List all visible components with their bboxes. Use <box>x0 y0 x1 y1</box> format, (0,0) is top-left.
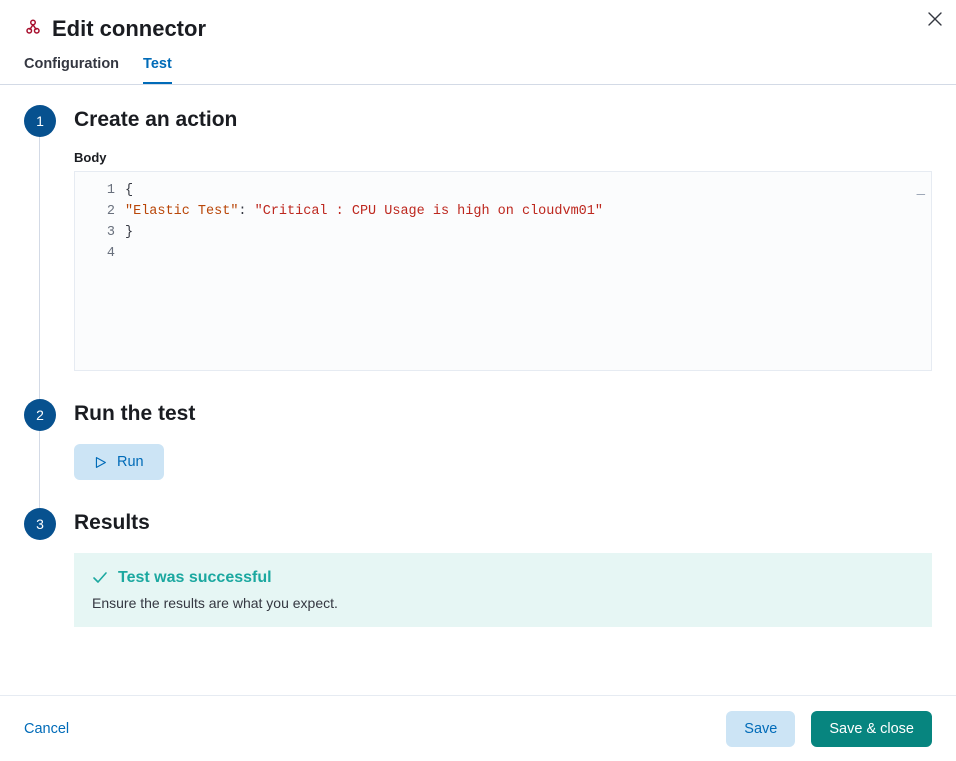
code-brace: { <box>125 183 133 198</box>
modal-header: Edit connector <box>0 0 956 42</box>
code-text[interactable]: { "Elastic Test": "Critical : CPU Usage … <box>125 172 603 370</box>
tabs: Configuration Test <box>0 42 956 85</box>
close-button[interactable] <box>928 12 942 31</box>
code-brace: } <box>125 225 133 240</box>
gutter-line: 2 <box>75 201 115 222</box>
step-3-badge: 3 <box>24 508 56 540</box>
tab-configuration[interactable]: Configuration <box>24 56 119 84</box>
tab-test[interactable]: Test <box>143 56 172 84</box>
cancel-button[interactable]: Cancel <box>24 721 69 737</box>
success-callout: Test was successful Ensure the results a… <box>74 553 932 627</box>
gutter-line: 1 <box>75 180 115 201</box>
step-2-badge: 2 <box>24 399 56 431</box>
run-button[interactable]: Run <box>74 444 164 480</box>
step-1-badge: 1 <box>24 105 56 137</box>
step-connector-line <box>39 135 40 409</box>
step-2: 2 Run the test Run <box>24 399 932 508</box>
callout-description: Ensure the results are what you expect. <box>92 595 914 611</box>
step-connector-line <box>39 429 40 518</box>
body-code-editor[interactable]: 1 2 3 4 { "Elastic Test": "Critical : CP… <box>74 171 932 371</box>
check-icon <box>92 570 108 586</box>
step-1: 1 Create an action Body 1 2 3 4 { "Elast… <box>24 105 932 399</box>
code-value: "Critical : CPU Usage is high on cloudvm… <box>255 204 603 219</box>
body-label: Body <box>74 150 932 165</box>
code-colon: : <box>238 204 254 219</box>
modal-title: Edit connector <box>52 16 206 42</box>
step-2-title: Run the test <box>74 402 932 426</box>
gutter-line: 3 <box>75 222 115 243</box>
step-1-title: Create an action <box>74 108 932 132</box>
save-button[interactable]: Save <box>726 711 795 747</box>
gutter-line: 4 <box>75 243 115 264</box>
run-button-label: Run <box>117 454 144 470</box>
save-close-button[interactable]: Save & close <box>811 711 932 747</box>
step-3-title: Results <box>74 511 932 535</box>
code-key: "Elastic Test" <box>125 204 238 219</box>
webhook-icon <box>24 18 42 41</box>
step-3: 3 Results Test was successful Ensure the… <box>24 508 932 655</box>
code-gutter: 1 2 3 4 <box>75 172 125 370</box>
callout-title-text: Test was successful <box>118 569 272 587</box>
fold-handle-icon[interactable]: — <box>917 188 925 202</box>
play-icon <box>94 456 107 469</box>
content-area: 1 Create an action Body 1 2 3 4 { "Elast… <box>0 85 956 693</box>
modal-footer: Cancel Save Save & close <box>0 695 956 761</box>
